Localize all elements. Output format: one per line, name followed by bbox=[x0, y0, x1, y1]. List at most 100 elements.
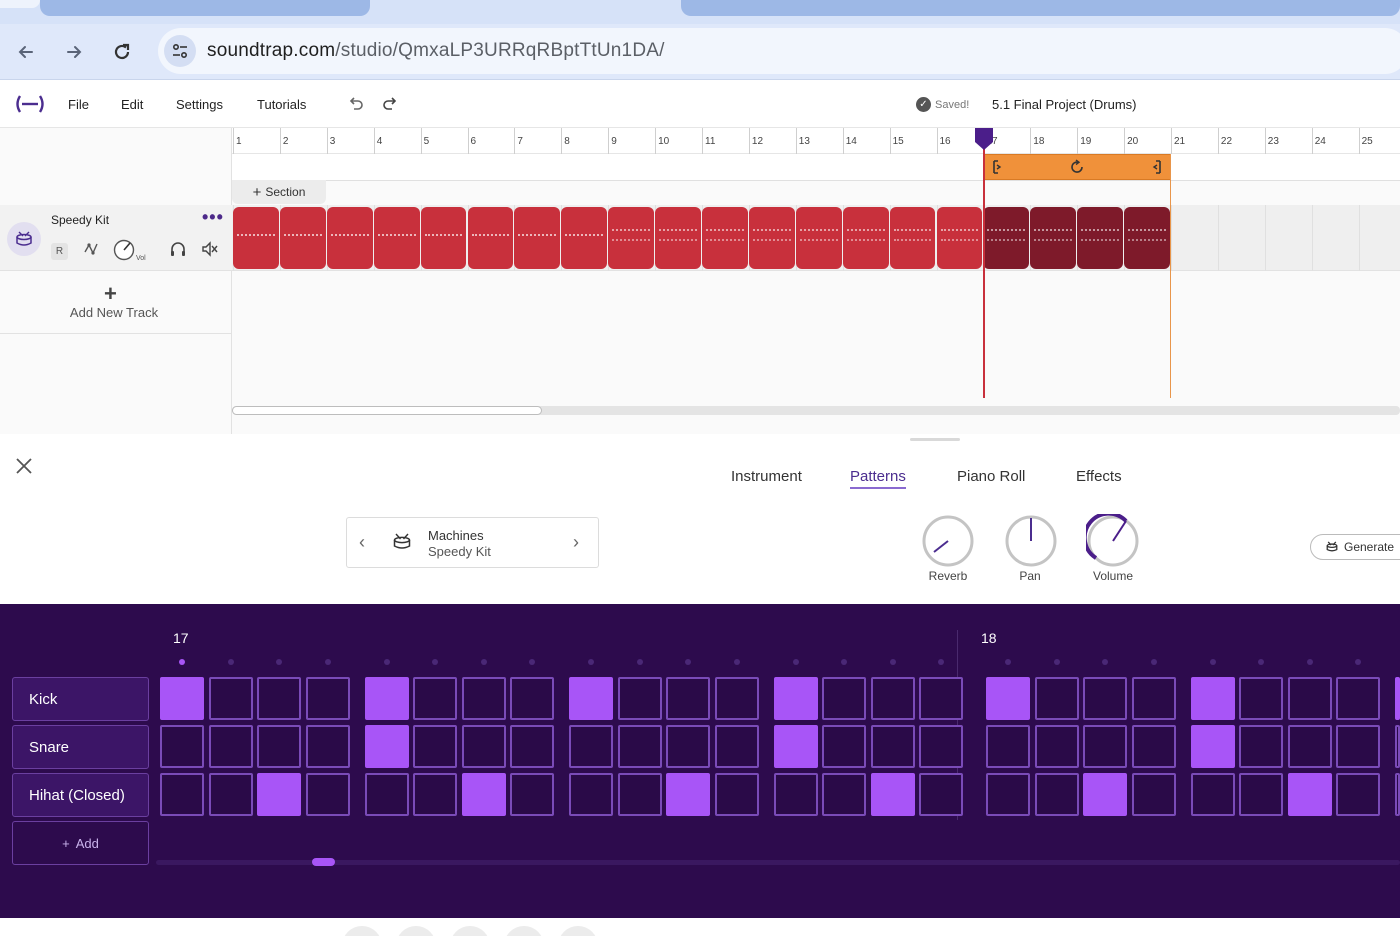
step-cell[interactable] bbox=[364, 773, 409, 816]
loop-start-icon[interactable] bbox=[991, 160, 1003, 174]
step-cell[interactable] bbox=[1336, 725, 1380, 768]
step-cell[interactable] bbox=[461, 773, 506, 816]
undo-button[interactable] bbox=[346, 94, 366, 114]
mute-icon[interactable] bbox=[200, 239, 220, 259]
pattern-clip[interactable] bbox=[561, 207, 608, 269]
step-cell[interactable] bbox=[1190, 773, 1235, 816]
step-cell[interactable] bbox=[413, 677, 457, 720]
step-cell[interactable] bbox=[714, 773, 759, 816]
tab-piano-roll[interactable]: Piano Roll bbox=[957, 468, 1025, 485]
sequencer-scrollbar[interactable] bbox=[156, 860, 1400, 865]
pattern-clip[interactable] bbox=[514, 207, 561, 269]
project-title[interactable]: 5.1 Final Project (Drums) bbox=[992, 97, 1136, 112]
step-cell[interactable] bbox=[257, 677, 301, 720]
step-cell[interactable] bbox=[160, 725, 204, 768]
step-cell[interactable] bbox=[510, 773, 554, 816]
playhead-handle-icon[interactable] bbox=[975, 128, 993, 150]
automation-icon[interactable] bbox=[82, 239, 102, 259]
pattern-clip[interactable] bbox=[655, 207, 701, 269]
sequencer-scrollbar-thumb[interactable] bbox=[312, 858, 335, 866]
step-cell[interactable] bbox=[822, 725, 866, 768]
step-cell[interactable] bbox=[257, 773, 301, 816]
soundtrap-logo-icon[interactable] bbox=[14, 94, 46, 114]
step-cell[interactable] bbox=[1287, 677, 1332, 720]
pattern-clip[interactable] bbox=[889, 207, 936, 269]
pattern-clip[interactable] bbox=[1077, 207, 1124, 269]
step-cell[interactable] bbox=[1239, 725, 1283, 768]
step-cell[interactable] bbox=[413, 725, 457, 768]
tab-patterns[interactable]: Patterns bbox=[850, 468, 906, 489]
step-cell[interactable] bbox=[986, 677, 1030, 720]
step-cell[interactable] bbox=[364, 677, 409, 720]
row-label-snare[interactable]: Snare bbox=[12, 725, 149, 769]
add-row-button[interactable]: + Add bbox=[12, 821, 149, 865]
step-cell[interactable] bbox=[569, 677, 613, 720]
address-bar[interactable]: soundtrap.com/studio/QmxaLP3URRqRBptTtUn… bbox=[158, 28, 1400, 74]
loop-row[interactable] bbox=[232, 154, 1400, 181]
step-cell[interactable] bbox=[305, 677, 350, 720]
step-cell[interactable] bbox=[617, 725, 662, 768]
step-cell[interactable] bbox=[413, 773, 457, 816]
pattern-clip[interactable] bbox=[983, 207, 1030, 269]
add-new-track-button[interactable]: + Add New Track bbox=[0, 271, 232, 334]
step-cell[interactable] bbox=[208, 725, 253, 768]
pattern-clip[interactable] bbox=[608, 207, 655, 269]
step-cell[interactable] bbox=[1395, 725, 1400, 768]
step-cell[interactable] bbox=[1131, 677, 1176, 720]
track-name[interactable]: Speedy Kit bbox=[51, 213, 109, 227]
menu-tutorials[interactable]: Tutorials bbox=[257, 97, 306, 112]
reload-button[interactable] bbox=[104, 34, 140, 70]
step-cell[interactable] bbox=[1131, 725, 1176, 768]
step-cell[interactable] bbox=[461, 725, 506, 768]
step-cell[interactable] bbox=[1336, 677, 1380, 720]
step-cell[interactable] bbox=[1287, 773, 1332, 816]
menu-settings[interactable]: Settings bbox=[176, 97, 223, 112]
timeline-ruler[interactable]: 1234567891011121314151617181920212223242… bbox=[232, 128, 1400, 154]
pattern-clip[interactable] bbox=[936, 207, 983, 269]
menu-file[interactable]: File bbox=[68, 97, 89, 112]
pattern-clip[interactable] bbox=[795, 207, 842, 269]
redo-button[interactable] bbox=[380, 94, 400, 114]
step-cell[interactable] bbox=[919, 725, 963, 768]
step-cell[interactable] bbox=[617, 677, 662, 720]
step-cell[interactable] bbox=[1083, 725, 1127, 768]
step-cell[interactable] bbox=[1083, 773, 1127, 816]
step-cell[interactable] bbox=[160, 677, 204, 720]
pattern-clip[interactable] bbox=[326, 207, 373, 269]
step-cell[interactable] bbox=[1239, 677, 1283, 720]
site-settings-icon[interactable] bbox=[164, 35, 196, 67]
row-label-hihat[interactable]: Hihat (Closed) bbox=[12, 773, 149, 817]
generate-button[interactable]: Generate bbox=[1310, 534, 1400, 560]
step-cell[interactable] bbox=[305, 773, 350, 816]
tab-instrument[interactable]: Instrument bbox=[731, 468, 802, 485]
browser-tab[interactable] bbox=[681, 0, 1400, 16]
step-cell[interactable] bbox=[919, 773, 963, 816]
step-cell[interactable] bbox=[510, 677, 554, 720]
pattern-clip[interactable] bbox=[1124, 207, 1170, 269]
step-cell[interactable] bbox=[870, 725, 915, 768]
step-cell[interactable] bbox=[257, 725, 301, 768]
pattern-clip[interactable] bbox=[233, 207, 279, 269]
step-cell[interactable] bbox=[569, 773, 613, 816]
step-cell[interactable] bbox=[870, 677, 915, 720]
browser-tab-active[interactable] bbox=[0, 0, 40, 8]
pattern-clip[interactable] bbox=[420, 207, 467, 269]
forward-button[interactable] bbox=[56, 34, 92, 70]
step-cell[interactable] bbox=[364, 725, 409, 768]
step-cell[interactable] bbox=[1395, 677, 1400, 720]
volume-knob[interactable] bbox=[1086, 514, 1140, 568]
track-lane[interactable] bbox=[232, 205, 1400, 271]
empty-lane-area[interactable] bbox=[232, 271, 1400, 399]
step-cell[interactable] bbox=[773, 725, 818, 768]
step-cell[interactable] bbox=[208, 677, 253, 720]
step-cell[interactable] bbox=[919, 677, 963, 720]
step-cell[interactable] bbox=[666, 773, 710, 816]
step-cell[interactable] bbox=[510, 725, 554, 768]
pattern-clip[interactable] bbox=[748, 207, 795, 269]
step-cell[interactable] bbox=[461, 677, 506, 720]
step-cell[interactable] bbox=[1034, 725, 1079, 768]
step-cell[interactable] bbox=[714, 677, 759, 720]
step-cell[interactable] bbox=[822, 773, 866, 816]
pattern-clip[interactable] bbox=[1030, 207, 1077, 269]
track-volume-knob[interactable] bbox=[113, 239, 135, 261]
